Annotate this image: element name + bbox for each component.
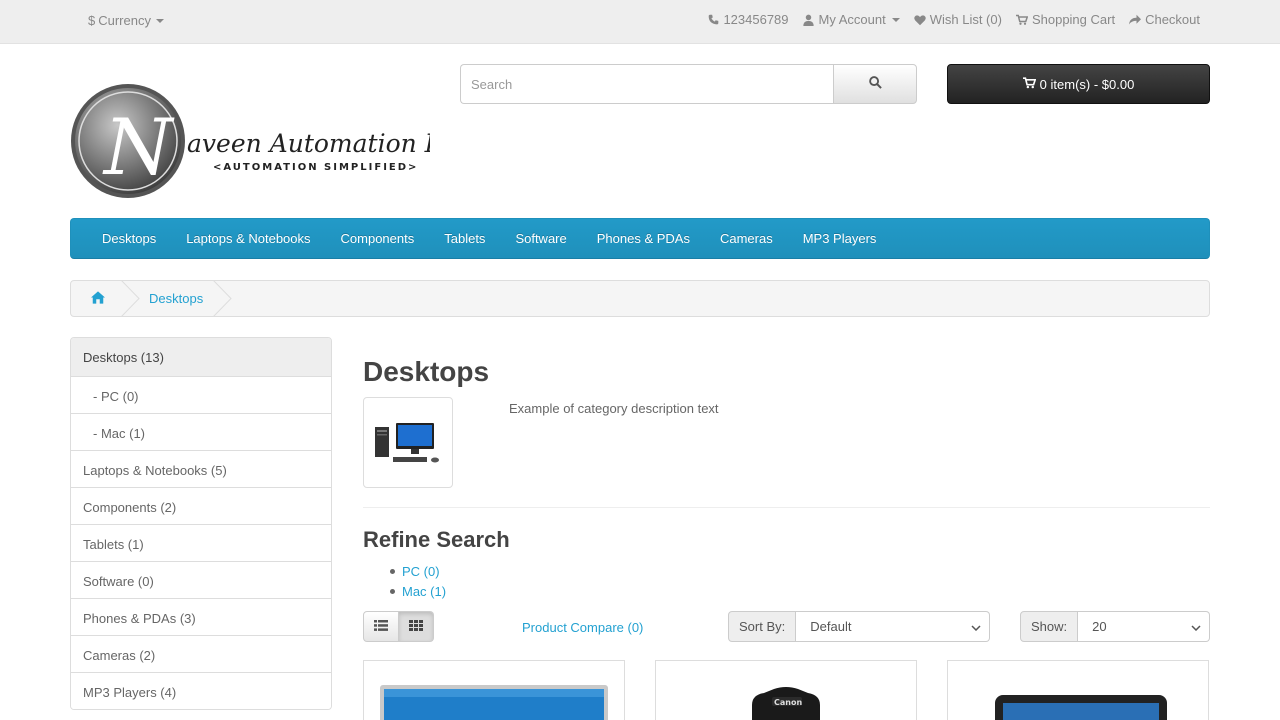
list-view-button[interactable] — [363, 611, 399, 642]
show-label: Show: — [1020, 611, 1079, 642]
search-bar — [460, 64, 917, 104]
breadcrumb-separator — [121, 280, 140, 317]
menu-item-phones[interactable]: Phones & PDAs — [582, 231, 705, 246]
sidebar-item-mp3[interactable]: MP3 Players (4) — [71, 672, 331, 709]
svg-text:Canon: Canon — [774, 698, 802, 707]
shopping-cart-link[interactable]: Shopping Cart — [1015, 12, 1116, 27]
my-account-label: My Account — [818, 12, 886, 27]
product-card[interactable] — [947, 660, 1209, 720]
main-menu: Desktops Laptops & Notebooks Components … — [70, 218, 1210, 259]
heart-icon — [913, 14, 926, 26]
refine-link-pc[interactable]: PC (0) — [390, 564, 446, 584]
caret-down-icon — [891, 17, 900, 22]
grid-view-button[interactable] — [398, 611, 434, 642]
divider — [363, 507, 1210, 508]
product-card[interactable] — [363, 660, 625, 720]
shopping-cart-label: Shopping Cart — [1031, 12, 1116, 27]
top-links: 123456789 My Account Wish List (0) Shopp… — [707, 12, 1200, 27]
currency-label: Currency — [98, 13, 151, 28]
dollar-icon: $ — [88, 13, 96, 28]
user-icon — [803, 14, 815, 26]
top-bar: $ Currency 123456789 My Account Wish Lis… — [0, 0, 1280, 44]
phone-icon — [707, 14, 719, 26]
checkout-link[interactable]: Checkout — [1129, 12, 1200, 27]
sort-control: Sort By: Default — [728, 611, 990, 642]
product-card[interactable]: Canon — [655, 660, 917, 720]
category-sidebar: Desktops (13) - PC (0) - Mac (1) Laptops… — [70, 337, 332, 710]
menu-item-tablets[interactable]: Tablets — [429, 231, 500, 246]
sidebar-item-desktops[interactable]: Desktops (13) — [71, 338, 331, 376]
page-title: Desktops — [363, 356, 490, 387]
menu-item-cameras[interactable]: Cameras — [705, 231, 788, 246]
sort-select[interactable]: Default — [796, 611, 990, 642]
search-icon — [868, 76, 882, 92]
home-icon[interactable] — [91, 291, 105, 307]
sidebar-item-tablets[interactable]: Tablets (1) — [71, 524, 331, 561]
sidebar-item-components[interactable]: Components (2) — [71, 487, 331, 524]
store-logo[interactable]: N aveen Automation Labs <AUTOMATION SIMP… — [70, 82, 485, 200]
sidebar-item-software[interactable]: Software (0) — [71, 561, 331, 598]
breadcrumb-separator — [213, 280, 232, 317]
share-icon — [1129, 14, 1142, 26]
my-account-dropdown[interactable]: My Account — [803, 12, 900, 27]
sidebar-item-phones[interactable]: Phones & PDAs (3) — [71, 598, 331, 635]
view-toggle — [363, 611, 434, 642]
category-description: Example of category description text — [509, 401, 719, 416]
grid-icon — [408, 619, 423, 634]
show-value: 20 — [1092, 619, 1107, 634]
caret-down-icon — [155, 18, 164, 23]
sidebar-item-cameras[interactable]: Cameras (2) — [71, 635, 331, 672]
product-image: Canon — [752, 687, 820, 720]
phone-number: 123456789 — [723, 12, 789, 27]
list-icon — [373, 619, 388, 634]
menu-item-desktops[interactable]: Desktops — [87, 231, 171, 246]
chevron-down-icon — [971, 619, 981, 634]
wish-list-label: Wish List (0) — [929, 12, 1002, 27]
wish-list-link[interactable]: Wish List (0) — [913, 12, 1002, 27]
menu-item-laptops[interactable]: Laptops & Notebooks — [171, 231, 325, 246]
sort-label: Sort By: — [728, 611, 797, 642]
refine-link-mac[interactable]: Mac (1) — [390, 584, 446, 604]
category-image[interactable] — [363, 397, 453, 488]
cart-icon — [1015, 14, 1028, 26]
menu-item-mp3[interactable]: MP3 Players — [788, 231, 892, 246]
cart-button[interactable]: 0 item(s) - $0.00 — [947, 64, 1210, 104]
search-input[interactable] — [460, 64, 833, 104]
checkout-label: Checkout — [1145, 12, 1200, 27]
refine-search-heading: Refine Search — [363, 527, 510, 552]
product-image — [995, 695, 1167, 720]
search-button[interactable] — [833, 64, 917, 104]
show-select[interactable]: 20 — [1078, 611, 1210, 642]
menu-item-components[interactable]: Components — [326, 231, 430, 246]
svg-text:N: N — [102, 103, 175, 193]
menu-item-software[interactable]: Software — [500, 231, 581, 246]
breadcrumb-desktops[interactable]: Desktops — [149, 291, 203, 306]
sidebar-item-mac[interactable]: - Mac (1) — [71, 413, 331, 450]
cart-total: 0 item(s) - $0.00 — [1039, 76, 1135, 92]
chevron-down-icon — [1191, 619, 1201, 634]
product-compare-link[interactable]: Product Compare (0) — [522, 620, 643, 635]
sidebar-item-pc[interactable]: - PC (0) — [71, 376, 331, 413]
currency-dropdown[interactable]: $ Currency — [88, 13, 164, 28]
cart-icon — [1022, 76, 1036, 92]
product-image — [380, 685, 608, 720]
svg-text:<AUTOMATION SIMPLIFIED>: <AUTOMATION SIMPLIFIED> — [213, 162, 418, 173]
product-grid: Canon — [363, 660, 1210, 720]
svg-text:aveen Automation Labs: aveen Automation Labs — [187, 129, 430, 158]
show-control: Show: 20 — [1020, 611, 1210, 642]
refine-list: PC (0) Mac (1) — [390, 564, 446, 604]
sidebar-item-laptops[interactable]: Laptops & Notebooks (5) — [71, 450, 331, 487]
phone-link[interactable]: 123456789 — [707, 12, 789, 27]
breadcrumb: Desktops — [70, 280, 1210, 317]
sort-value: Default — [810, 619, 852, 634]
